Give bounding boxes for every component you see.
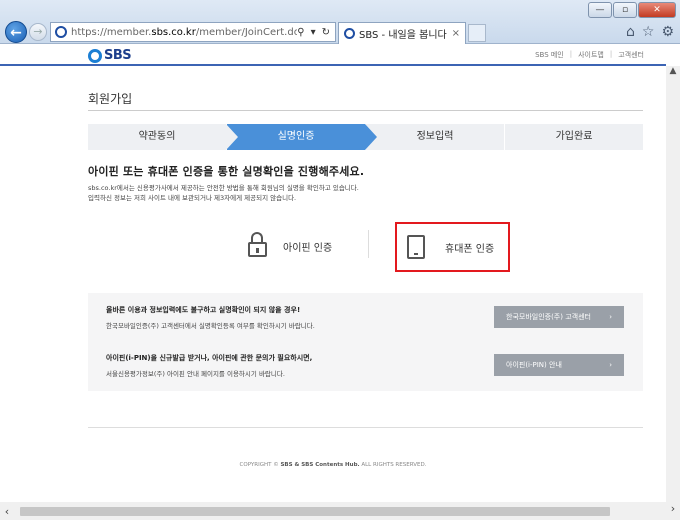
tab-favicon-icon (344, 28, 355, 39)
tab-title: SBS - 내일을 봅니다 (359, 30, 447, 41)
step-terms: 약관동의 (88, 124, 238, 150)
favorites-star-icon[interactable]: ☆ (642, 24, 655, 40)
new-tab-button[interactable] (468, 24, 486, 42)
sbs-logo[interactable]: SBS (88, 48, 132, 63)
page-title: 회원가입 (88, 92, 133, 106)
phone-verify-button[interactable]: 휴대폰 인증 (395, 222, 510, 272)
description-line-1: sbs.co.kr에서는 신용평가사에서 제공하는 안전한 방법을 통해 회원님… (88, 184, 359, 192)
chevron-right-icon: › (609, 361, 612, 369)
site-favicon-icon (55, 26, 67, 38)
mobile-cert-center-button[interactable]: 한국모바일인증(주) 고객센터 › (494, 306, 624, 328)
lock-icon (247, 232, 269, 260)
verification-heading: 아이핀 또는 휴대폰 인증을 통한 실명확인을 진행해주세요. (88, 165, 365, 178)
link-sbs-main[interactable]: SBS 메인 (535, 50, 564, 60)
logo-circle-icon (88, 48, 102, 63)
link-customer-center[interactable]: 고객센터 (618, 50, 644, 60)
scroll-left-icon[interactable]: ‹ (0, 505, 14, 518)
phone-label: 휴대폰 인증 (445, 243, 495, 255)
refresh-icon[interactable]: ↻ (322, 27, 330, 38)
footer-divider (88, 427, 643, 428)
step-complete: 가입완료 (504, 124, 643, 150)
ipin-verify-button[interactable]: 아이핀 인증 (247, 222, 332, 270)
signup-steps: 약관동의 실명인증 정보입력 가입완료 (88, 124, 643, 150)
scroll-up-icon[interactable]: ▲ (666, 66, 680, 76)
address-bar[interactable]: https://member.sbs.co.kr/member/JoinCert… (50, 22, 336, 42)
browser-tab[interactable]: SBS - 내일을 봅니다 × (338, 22, 466, 44)
close-window-button[interactable]: ✕ (638, 2, 676, 18)
description-line-2: 입력하신 정보는 저희 사이트 내에 보관되거나 제3자에게 제공되지 않습니다… (88, 194, 297, 202)
horizontal-scrollbar[interactable]: ‹ (0, 502, 666, 520)
site-header: SBS SBS 메인 | 사이트맵 | 고객센터 (0, 44, 666, 66)
method-divider (368, 230, 369, 258)
home-icon[interactable]: ⌂ (626, 24, 635, 40)
top-links: SBS 메인 | 사이트맵 | 고객센터 (535, 50, 644, 60)
step-verification: 실명인증 (226, 124, 377, 150)
step-info-input: 정보입력 (365, 124, 504, 150)
scroll-thumb[interactable] (20, 506, 610, 516)
divider (88, 110, 643, 111)
window-controls: — ▫ ✕ (588, 2, 676, 18)
search-icon[interactable]: ⚲ (297, 27, 304, 38)
settings-gear-icon[interactable]: ⚙ (661, 24, 674, 40)
back-button[interactable]: ← (5, 21, 27, 43)
vertical-scrollbar[interactable]: ▲ (666, 66, 680, 504)
ipin-guide-button[interactable]: 아이핀(i-PIN) 안내 › (494, 354, 624, 376)
link-sitemap[interactable]: 사이트맵 (578, 50, 604, 60)
tab-close-icon[interactable]: × (452, 28, 460, 39)
help-info-box: 올바른 이용과 정보입력에도 불구하고 실명확인이 되지 않을 경우! 한국모바… (88, 293, 643, 391)
url-text[interactable]: https://member.sbs.co.kr/member/JoinCert… (71, 27, 297, 38)
ipin-label: 아이핀 인증 (283, 242, 333, 254)
browser-chrome: — ▫ ✕ ← → https://member.sbs.co.kr/membe… (0, 0, 680, 44)
minimize-button[interactable]: — (588, 2, 612, 18)
forward-button[interactable]: → (29, 23, 47, 41)
maximize-button[interactable]: ▫ (613, 2, 637, 18)
tablet-phone-icon (407, 235, 425, 259)
copyright-text: COPYRIGHT © SBS & SBS Contents Hub. ALL … (239, 462, 427, 468)
chevron-right-icon: › (609, 313, 612, 321)
dropdown-icon[interactable]: ▾ (311, 27, 316, 38)
scroll-right-icon[interactable]: › (666, 502, 680, 520)
